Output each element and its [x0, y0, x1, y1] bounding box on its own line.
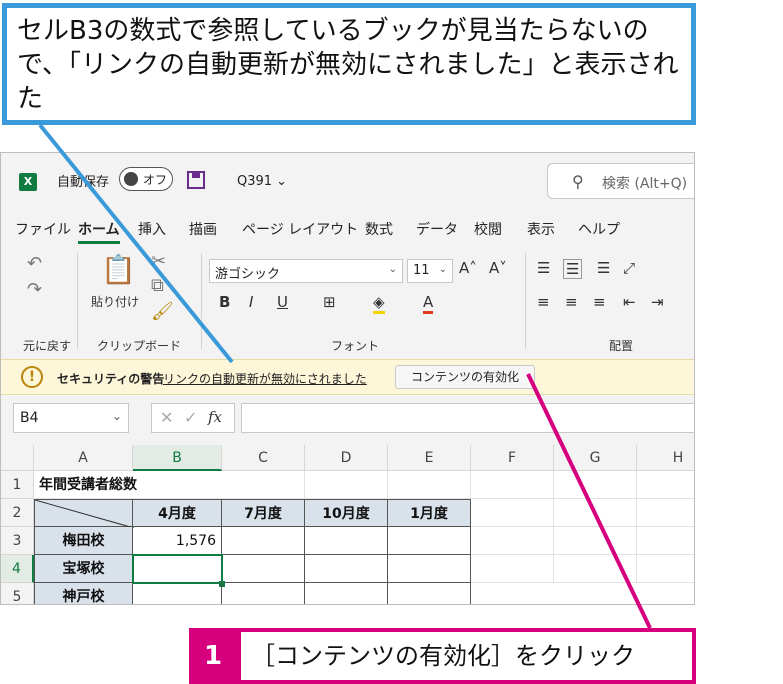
tutorial-screenshot: セルB3の数式で参照しているブックが見当たらないので、「リンクの自動更新が無効に… — [0, 0, 783, 684]
annotation-pointers — [38, 123, 652, 629]
step-pointer-line — [526, 373, 652, 629]
step-number: 1 — [189, 628, 237, 684]
step-text: ［コンテンツの有効化］をクリック — [237, 628, 696, 684]
callout-pointer-line — [38, 123, 234, 364]
step-instruction: 1 ［コンテンツの有効化］をクリック — [189, 628, 696, 684]
